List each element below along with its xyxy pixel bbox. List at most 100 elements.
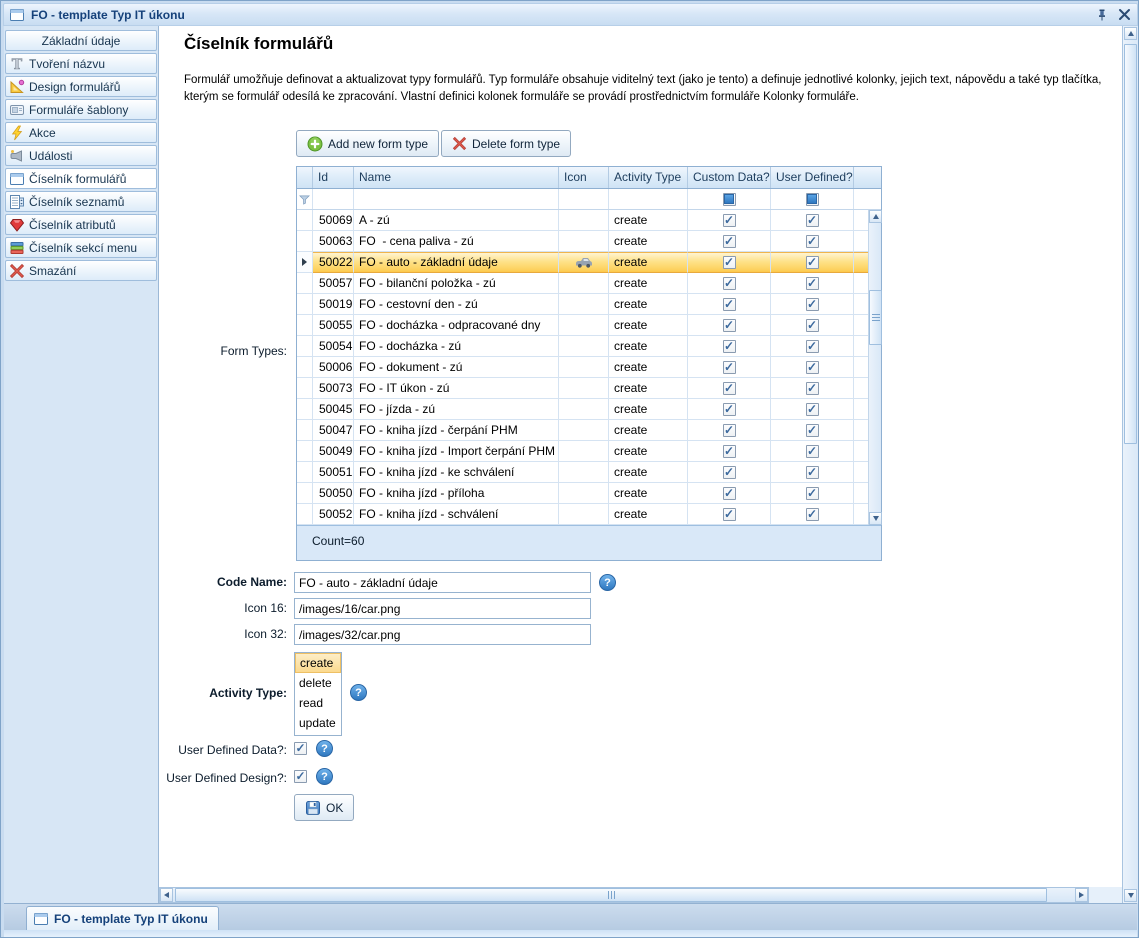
icon16-input[interactable]	[294, 598, 591, 619]
filter-cell-user-defined[interactable]	[771, 189, 854, 209]
custom-data-checkbox[interactable]	[723, 424, 736, 437]
custom-data-checkbox[interactable]	[723, 256, 736, 269]
pin-icon[interactable]	[1093, 6, 1111, 24]
sidebar-item-design-formularu[interactable]: Design formulářů	[5, 76, 157, 97]
custom-data-checkbox[interactable]	[723, 319, 736, 332]
user-defined-checkbox[interactable]	[806, 340, 819, 353]
filter-cell-icon[interactable]	[559, 189, 609, 209]
vertical-scrollbar[interactable]	[1122, 26, 1138, 903]
activity-option-delete[interactable]: delete	[295, 673, 341, 693]
column-header-id[interactable]: Id	[313, 167, 354, 188]
sidebar-item-udalosti[interactable]: Události	[5, 145, 157, 166]
scroll-up-icon[interactable]	[1124, 27, 1137, 40]
custom-data-checkbox[interactable]	[723, 340, 736, 353]
sidebar-item-tvoreni-nazvu[interactable]: T Tvoření názvu	[5, 53, 157, 74]
user-defined-filter-checkbox[interactable]	[806, 193, 819, 206]
custom-data-checkbox[interactable]	[723, 214, 736, 227]
sidebar-item-smazani[interactable]: Smazání	[5, 260, 157, 281]
filter-cell-custom-data[interactable]	[688, 189, 771, 209]
activity-option-update[interactable]: update	[295, 713, 341, 733]
sidebar-item-formulare-sablony[interactable]: Formuláře šablony	[5, 99, 157, 120]
table-row[interactable]: 50069A - zúcreate	[297, 210, 868, 231]
table-row[interactable]: 50054FO - docházka - zúcreate	[297, 336, 868, 357]
column-header-custom-data[interactable]: Custom Data?	[688, 167, 771, 188]
user-defined-checkbox[interactable]	[806, 298, 819, 311]
activity-type-listbox[interactable]: createdeletereadupdate	[294, 652, 342, 736]
table-row[interactable]: 50006FO - dokument - zúcreate	[297, 357, 868, 378]
close-icon[interactable]	[1115, 6, 1133, 24]
filter-cell-name[interactable]	[354, 189, 559, 209]
sidebar-item-ciselnik-sekci-menu[interactable]: Číselník sekcí menu	[5, 237, 157, 258]
icon32-input[interactable]	[294, 624, 591, 645]
scroll-up-icon[interactable]	[869, 210, 882, 223]
table-row[interactable]: 50019FO - cestovní den - zúcreate	[297, 294, 868, 315]
table-row[interactable]: 50022FO - auto - základní údajecreate	[297, 252, 868, 273]
table-row[interactable]: 50047FO - kniha jízd - čerpání PHMcreate	[297, 420, 868, 441]
custom-data-checkbox[interactable]	[723, 445, 736, 458]
ok-button[interactable]: OK	[294, 794, 354, 821]
sidebar-item-ciselnik-atributu[interactable]: Číselník atributů	[5, 214, 157, 235]
sidebar-item-akce[interactable]: Akce	[5, 122, 157, 143]
custom-data-filter-checkbox[interactable]	[723, 193, 736, 206]
column-header-name[interactable]: Name	[354, 167, 559, 188]
filter-cell-activity-type[interactable]	[609, 189, 688, 209]
user-defined-data-checkbox[interactable]	[294, 742, 307, 755]
user-defined-checkbox[interactable]	[806, 319, 819, 332]
table-row[interactable]: 50045FO - jízda - zúcreate	[297, 399, 868, 420]
horizontal-scrollbar-thumb[interactable]	[175, 888, 1047, 902]
user-defined-design-checkbox[interactable]	[294, 770, 307, 783]
user-defined-checkbox[interactable]	[806, 235, 819, 248]
scroll-left-icon[interactable]	[160, 888, 173, 902]
custom-data-checkbox[interactable]	[723, 277, 736, 290]
scroll-right-icon[interactable]	[1075, 888, 1088, 902]
user-defined-checkbox[interactable]	[806, 424, 819, 437]
grid-vertical-scrollbar[interactable]	[868, 210, 881, 525]
scroll-down-icon[interactable]	[869, 512, 882, 525]
help-icon[interactable]: ?	[599, 574, 616, 591]
scroll-down-icon[interactable]	[1124, 889, 1137, 902]
user-defined-checkbox[interactable]	[806, 508, 819, 521]
delete-form-type-button[interactable]: Delete form type	[441, 130, 571, 157]
user-defined-checkbox[interactable]	[806, 256, 819, 269]
user-defined-checkbox[interactable]	[806, 361, 819, 374]
add-new-form-type-button[interactable]: Add new form type	[296, 130, 439, 157]
sidebar-item-ciselnik-seznamu[interactable]: Číselník seznamů	[5, 191, 157, 212]
user-defined-checkbox[interactable]	[806, 403, 819, 416]
column-header-activity-type[interactable]: Activity Type	[609, 167, 688, 188]
table-row[interactable]: 50057FO - bilanční položka - zúcreate	[297, 273, 868, 294]
filter-cell-id[interactable]	[313, 189, 354, 209]
custom-data-checkbox[interactable]	[723, 466, 736, 479]
help-icon[interactable]: ?	[316, 740, 333, 757]
sidebar-item-ciselnik-formularu[interactable]: Číselník formulářů	[5, 168, 157, 189]
user-defined-checkbox[interactable]	[806, 445, 819, 458]
document-tab[interactable]: FO - template Typ IT úkonu	[26, 906, 219, 930]
custom-data-checkbox[interactable]	[723, 508, 736, 521]
table-row[interactable]: 50073FO - IT úkon - zúcreate	[297, 378, 868, 399]
custom-data-checkbox[interactable]	[723, 487, 736, 500]
table-row[interactable]: 50051FO - kniha jízd - ke schválenícreat…	[297, 462, 868, 483]
custom-data-checkbox[interactable]	[723, 235, 736, 248]
custom-data-checkbox[interactable]	[723, 298, 736, 311]
table-row[interactable]: 50050FO - kniha jízd - přílohacreate	[297, 483, 868, 504]
custom-data-checkbox[interactable]	[723, 382, 736, 395]
help-icon[interactable]: ?	[316, 768, 333, 785]
table-row[interactable]: 50052FO - kniha jízd - schválenícreate	[297, 504, 868, 525]
table-row[interactable]: 50063FO - cena paliva - zúcreate	[297, 231, 868, 252]
user-defined-checkbox[interactable]	[806, 214, 819, 227]
column-header-icon[interactable]: Icon	[559, 167, 609, 188]
custom-data-checkbox[interactable]	[723, 403, 736, 416]
custom-data-checkbox[interactable]	[723, 361, 736, 374]
activity-option-create[interactable]: create	[295, 653, 341, 673]
help-icon[interactable]: ?	[350, 684, 367, 701]
vertical-scrollbar-thumb[interactable]	[1124, 44, 1137, 444]
activity-option-read[interactable]: read	[295, 693, 341, 713]
table-row[interactable]: 50049FO - kniha jízd - Import čerpání PH…	[297, 441, 868, 462]
table-row[interactable]: 50055FO - docházka - odpracované dnycrea…	[297, 315, 868, 336]
grid-scrollbar-thumb[interactable]	[869, 290, 882, 345]
code-name-input[interactable]	[294, 572, 591, 593]
sidebar-item-zakladni-udaje[interactable]: Základní údaje	[5, 30, 157, 51]
column-header-user-defined[interactable]: User Defined?	[771, 167, 854, 188]
horizontal-scrollbar[interactable]	[159, 887, 1089, 903]
user-defined-checkbox[interactable]	[806, 487, 819, 500]
user-defined-checkbox[interactable]	[806, 277, 819, 290]
